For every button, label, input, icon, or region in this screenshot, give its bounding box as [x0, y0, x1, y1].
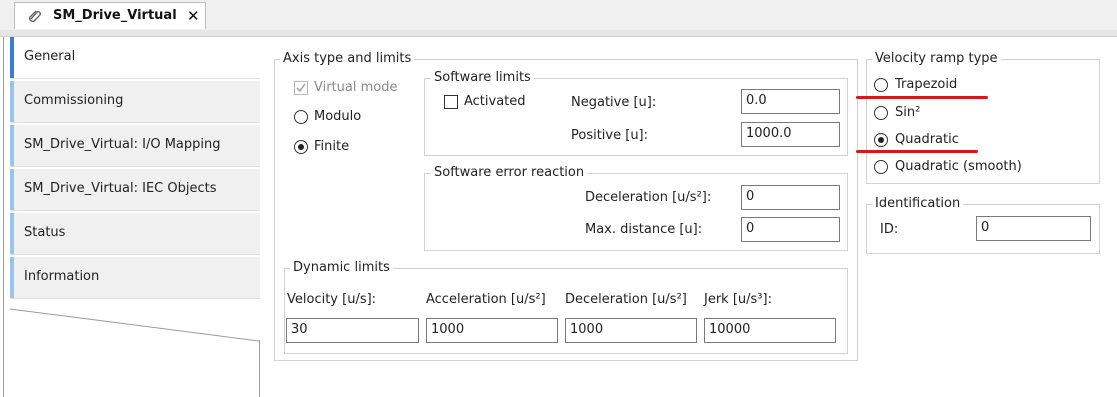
sidebar-item-label: SM_Drive_Virtual: IEC Objects: [24, 181, 217, 196]
deceleration-label: Deceleration [u/s²]: [565, 292, 687, 307]
modulo-label: Modulo: [314, 109, 362, 124]
close-icon[interactable]: ✕: [187, 7, 200, 25]
group-title: Software error reaction: [431, 165, 588, 180]
acceleration-label: Acceleration [u/s²]: [426, 292, 546, 307]
max-distance-input[interactable]: 0: [741, 217, 840, 242]
highlight-underline: [856, 96, 988, 99]
id-label: ID:: [880, 222, 899, 237]
sidebar-item-iec-objects[interactable]: SM_Drive_Virtual: IEC Objects: [10, 169, 260, 211]
positive-label: Positive [u]:: [571, 128, 649, 143]
tab-indicator: [10, 125, 14, 166]
velocity-label: Velocity [u/s]:: [287, 292, 377, 307]
sin2-label: Sin²: [895, 105, 921, 120]
sidebar-item-general[interactable]: General: [10, 37, 260, 79]
group-title: Axis type and limits: [280, 51, 415, 66]
sidebar-item-label: Status: [24, 225, 66, 240]
acceleration-input[interactable]: 1000: [426, 318, 558, 343]
document-tab-title: SM_Drive_Virtual: [53, 8, 177, 23]
tab-indicator: [10, 81, 14, 122]
virtual-mode-label: Virtual mode: [314, 80, 398, 95]
negative-input[interactable]: 0.0: [741, 89, 840, 114]
negative-label: Negative [u]:: [571, 95, 657, 110]
finite-label: Finite: [314, 139, 350, 154]
sidebar-item-information[interactable]: Information: [10, 257, 260, 299]
group-title: Identification: [872, 196, 964, 211]
deceleration-input[interactable]: 1000: [565, 318, 697, 343]
positive-input[interactable]: 1000.0: [741, 122, 840, 147]
check-icon: [296, 83, 306, 93]
trapezoid-radio[interactable]: [874, 78, 888, 92]
divider: [259, 340, 260, 397]
jerk-input[interactable]: 10000: [704, 318, 836, 343]
max-distance-label: Max. distance [u]:: [585, 222, 703, 237]
editor-frame: [0, 30, 1117, 37]
trapezoid-label: Trapezoid: [895, 77, 958, 92]
error-deceleration-input[interactable]: 0: [741, 185, 840, 210]
sin2-radio[interactable]: [874, 106, 888, 120]
group-title: Software limits: [431, 70, 534, 85]
sidebar-item-commissioning[interactable]: Commissioning: [10, 81, 260, 123]
document-tab[interactable]: SM_Drive_Virtual ✕: [14, 2, 206, 29]
group-title: Velocity ramp type: [872, 51, 1001, 66]
quadratic-radio[interactable]: [874, 133, 888, 147]
sidebar-item-io-mapping[interactable]: SM_Drive_Virtual: I/O Mapping: [10, 125, 260, 167]
paperclip-icon: [29, 10, 41, 22]
sidebar-item-label: SM_Drive_Virtual: I/O Mapping: [24, 137, 221, 152]
tab-indicator: [10, 257, 14, 298]
id-input[interactable]: 0: [976, 216, 1091, 241]
velocity-input[interactable]: 30: [286, 318, 419, 343]
sidebar-bottom-edge: [10, 308, 260, 342]
tab-indicator: [10, 213, 14, 254]
deceleration-label: Deceleration [u/s²]:: [585, 190, 712, 205]
modulo-radio[interactable]: [294, 110, 308, 124]
group-title: Dynamic limits: [290, 260, 393, 275]
tab-indicator: [10, 169, 14, 210]
quadratic-smooth-radio[interactable]: [874, 160, 888, 174]
activated-label: Activated: [464, 94, 526, 109]
virtual-mode-checkbox[interactable]: [294, 81, 308, 95]
jerk-label: Jerk [u/s³]:: [704, 292, 772, 307]
selection-indicator: [10, 37, 14, 78]
highlight-underline: [856, 150, 978, 153]
sidebar-item-status[interactable]: Status: [10, 213, 260, 255]
sidebar-item-label: General: [24, 49, 76, 64]
finite-radio[interactable]: [294, 140, 308, 154]
quadratic-smooth-label: Quadratic (smooth): [895, 159, 1022, 174]
document-tab-strip: SM_Drive_Virtual ✕: [0, 0, 1117, 31]
sidebar-item-label: Commissioning: [24, 93, 124, 108]
activated-checkbox[interactable]: [444, 95, 458, 109]
sidebar-item-label: Information: [24, 269, 100, 284]
quadratic-label: Quadratic: [895, 132, 959, 147]
